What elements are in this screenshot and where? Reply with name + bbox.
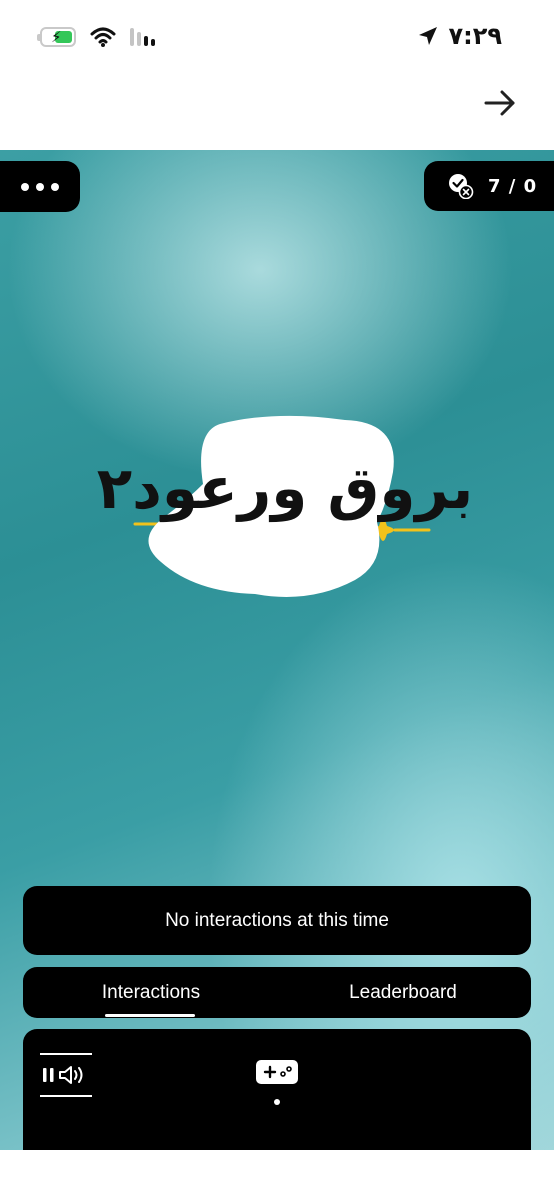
status-bar: ⚡ ٧:٢٩ — [0, 0, 554, 75]
interactions-message-panel: No interactions at this time — [23, 886, 531, 955]
controls-panel — [23, 1029, 531, 1150]
bottom-area — [0, 1150, 554, 1200]
tab-bar: Interactions Leaderboard — [23, 967, 531, 1018]
battery-charging-icon: ⚡ — [37, 27, 76, 47]
status-right: ٧:٢٩ — [418, 22, 502, 50]
score-badge[interactable]: 7 / 0 — [424, 161, 554, 211]
cellular-signal-icon — [130, 28, 155, 46]
location-arrow-icon — [419, 27, 438, 45]
more-button[interactable] — [0, 161, 80, 212]
score-text: 7 / 0 — [488, 175, 538, 197]
page-indicator-dot — [274, 1099, 280, 1105]
pause-volume-button[interactable] — [40, 1053, 92, 1097]
wifi-icon — [90, 27, 116, 47]
no-interactions-text: No interactions at this time — [165, 909, 389, 931]
pause-volume-icon — [43, 1066, 83, 1084]
more-dots-icon — [21, 182, 29, 191]
check-x-icon — [449, 174, 474, 199]
sparkle-right-icon — [372, 519, 431, 541]
logo-text: بروق ورعود٢ — [97, 454, 474, 523]
arrow-right-icon[interactable] — [484, 89, 516, 117]
game-stage: 7 / 0 بروق ورعود٢ No interactions at thi… — [0, 150, 554, 1150]
game-logo: بروق ورعود٢ — [97, 412, 473, 602]
active-tab-indicator — [105, 1014, 195, 1017]
gamepad-icon[interactable] — [255, 1059, 299, 1085]
tab-leaderboard[interactable]: Leaderboard — [333, 967, 473, 1018]
tab-interactions[interactable]: Interactions — [83, 967, 219, 1018]
clock: ٧:٢٩ — [448, 22, 502, 50]
header — [0, 75, 554, 150]
status-left: ⚡ — [37, 26, 155, 48]
